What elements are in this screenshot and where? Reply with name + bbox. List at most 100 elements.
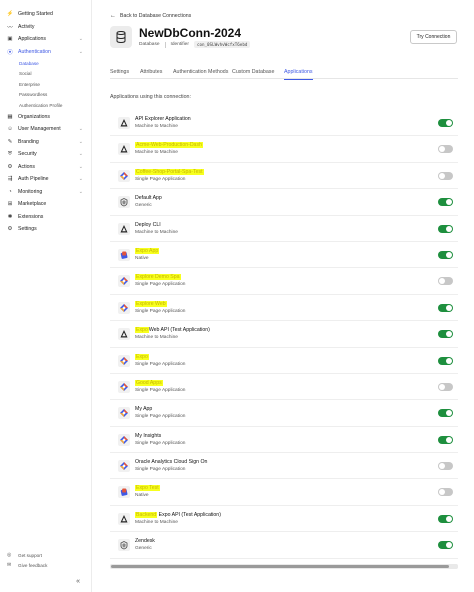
app-enable-toggle[interactable] xyxy=(438,356,453,365)
users-icon: ☺ xyxy=(7,126,13,133)
sidebar-item-extensions[interactable]: ✱ Extensions xyxy=(0,211,91,224)
toggle-knob xyxy=(446,251,452,258)
chevron-down-icon: ⌄ xyxy=(78,48,83,55)
toggle-knob xyxy=(446,436,452,443)
tab-bar: Settings Attributes Authentication Methods… xyxy=(110,64,458,80)
app-enable-toggle[interactable] xyxy=(438,541,453,550)
app-enable-toggle[interactable] xyxy=(438,224,453,233)
app-name-text: Explore Demo Spa xyxy=(135,274,181,281)
app-name: Zendesk xyxy=(135,538,155,544)
tab-applications[interactable]: Applications xyxy=(284,64,313,80)
chevron-down-icon: ⌄ xyxy=(78,151,83,158)
sidebar-item-authentication[interactable]: ⦿ Authentication ⌄ xyxy=(0,46,91,59)
app-enable-toggle[interactable] xyxy=(438,250,453,259)
sidebar-footer-give-feedback[interactable]: ✉ Give feedback xyxy=(0,560,92,570)
app-name-text: Oracle Analytics Cloud Sign On xyxy=(135,459,208,466)
app-name-text: Zendesk xyxy=(135,538,155,545)
sidebar-item-user-management[interactable]: ☺ User Management ⌄ xyxy=(0,123,91,136)
app-name: Oracle Analytics Cloud Sign On xyxy=(135,459,207,465)
settings-icon: ⚙ xyxy=(7,226,13,233)
app-enable-toggle[interactable] xyxy=(438,277,453,286)
app-name-text: Acme-Web-Production-Dash xyxy=(135,142,203,149)
app-name-text: Default App xyxy=(135,195,162,202)
sidebar-item-security[interactable]: ⛨ Security ⌄ xyxy=(0,148,91,161)
app-enable-toggle[interactable] xyxy=(438,198,453,207)
sidebar-item-label: Settings xyxy=(18,226,37,233)
sidebar-subitem-enterprise[interactable]: Enterprise xyxy=(0,79,91,90)
app-enable-toggle[interactable] xyxy=(438,514,453,523)
try-connection-button[interactable]: Try Connection xyxy=(410,30,457,44)
sidebar-footer-get-support[interactable]: ◎ Get support xyxy=(0,550,92,560)
feedback-icon: ✉ xyxy=(7,562,12,568)
sidebar-item-settings[interactable]: ⚙ Settings xyxy=(0,223,91,236)
tab-attributes[interactable]: Attributes xyxy=(140,64,162,79)
sidebar-item-marketplace[interactable]: ⊞ Marketplace xyxy=(0,198,91,211)
app-enable-toggle[interactable] xyxy=(438,409,453,418)
native-logo-icon xyxy=(118,248,130,261)
back-link-label: Back to Database Connections xyxy=(120,13,192,19)
sidebar-item-activity[interactable]: 〰 Activity xyxy=(0,21,91,34)
sidebar-item-getting-started[interactable]: ⚡ Getting Started xyxy=(0,8,91,21)
extensions-icon: ✱ xyxy=(7,213,13,220)
sidebar-item-organizations[interactable]: ▦ Organizations xyxy=(0,111,91,124)
app-name: API Explorer Application xyxy=(135,116,191,122)
app-enable-toggle[interactable] xyxy=(438,119,453,127)
sidebar-nav: ⚡ Getting Started 〰 Activity ▣ Applications ⌄ ⦿… xyxy=(0,0,91,236)
app-name-text: Expo xyxy=(135,327,149,334)
app-row: API Explorer Application Machine to Machi… xyxy=(110,110,458,137)
app-type: Single Page Application xyxy=(135,440,186,446)
auth0-logo-icon xyxy=(118,328,130,341)
app-name-text: API Explorer Application xyxy=(135,116,191,122)
app-enable-toggle[interactable] xyxy=(438,145,453,154)
toggle-knob xyxy=(446,304,452,311)
app-name: Good Apps xyxy=(135,379,163,386)
app-type: Single Page Application xyxy=(135,414,186,420)
toggle-knob xyxy=(446,331,452,338)
sidebar-subitem-authentication-profile[interactable]: Authentication Profile xyxy=(0,100,91,111)
app-enable-toggle[interactable] xyxy=(438,171,453,180)
tab-custom-database[interactable]: Custom Database xyxy=(232,64,274,79)
sidebar-item-actions[interactable]: ⚙ Actions ⌄ xyxy=(0,161,91,174)
sidebar-item-monitoring[interactable]: ◔ Monitoring ⌄ xyxy=(0,186,91,199)
toggle-knob xyxy=(446,199,452,206)
app-enable-toggle[interactable] xyxy=(438,435,453,444)
sidebar-item-label: Branding xyxy=(18,138,39,145)
native-logo-icon xyxy=(118,486,130,499)
sidebar-item-branding[interactable]: ✎ Branding ⌄ xyxy=(0,136,91,149)
app-name: Explore Demo Spa xyxy=(135,274,181,281)
app-enable-toggle[interactable] xyxy=(438,488,453,497)
spa-logo-icon xyxy=(118,460,130,473)
scrollbar-thumb[interactable] xyxy=(111,565,449,568)
app-name: Deploy CLI xyxy=(135,222,161,228)
support-icon: ◎ xyxy=(7,552,12,558)
app-type: Machine to Machine xyxy=(135,519,178,525)
collapse-sidebar-button[interactable]: « xyxy=(0,570,92,592)
identifier-value[interactable]: con_0SLWvhvWcfxT6ebd xyxy=(193,41,251,48)
app-enable-toggle[interactable] xyxy=(438,330,453,339)
app-type: Machine to Machine xyxy=(135,124,178,129)
sidebar-item-label: User Management xyxy=(18,126,61,133)
toggle-knob xyxy=(439,463,445,470)
sidebar-item-applications[interactable]: ▣ Applications ⌄ xyxy=(0,33,91,46)
app-row: Explore Demo Spa Single Page Application xyxy=(110,268,458,295)
horizontal-scrollbar[interactable] xyxy=(110,564,458,569)
app-name: Backend Expo API (Test Application) xyxy=(135,511,221,518)
chevron-down-icon: ⌄ xyxy=(78,188,83,195)
tab-settings[interactable]: Settings xyxy=(110,64,129,79)
app-type: Machine to Machine xyxy=(135,150,178,156)
sidebar-subitem-social[interactable]: Social xyxy=(0,69,91,80)
tab-authentication-methods[interactable]: Authentication Methods xyxy=(173,64,228,79)
sidebar-subitem-database[interactable]: Database xyxy=(0,58,91,69)
spa-logo-icon xyxy=(118,407,130,420)
app-type: Machine to Machine xyxy=(135,229,178,235)
sidebar-subitem-passwordless[interactable]: Passwordless xyxy=(0,90,91,101)
auth0-logo-icon xyxy=(118,143,130,156)
app-name-text: Good Apps xyxy=(135,379,163,386)
app-enable-toggle[interactable] xyxy=(438,303,453,312)
app-name: Coffee-Shop-Portal-Spa-Test xyxy=(135,168,204,175)
sidebar-item-auth-pipeline[interactable]: ⇶ Auth Pipeline ⌄ xyxy=(0,173,91,186)
spa-logo-icon xyxy=(118,275,130,288)
app-enable-toggle[interactable] xyxy=(438,462,453,471)
app-enable-toggle[interactable] xyxy=(438,382,453,391)
back-link[interactable]: ← Back to Database Connections xyxy=(110,13,191,19)
